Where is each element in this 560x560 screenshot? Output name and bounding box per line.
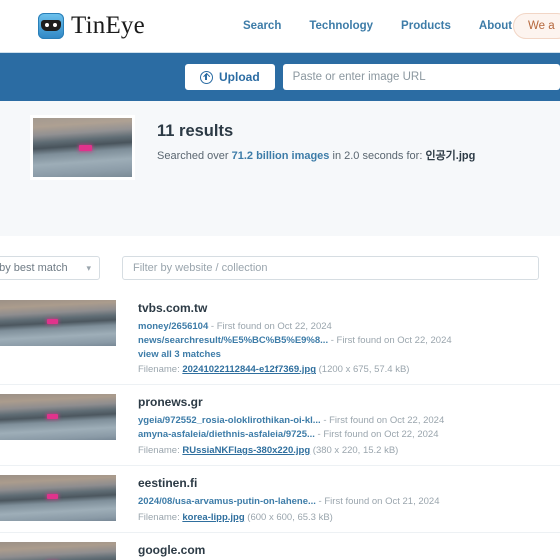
view-all-matches-link[interactable]: view all 3 matches <box>138 348 560 362</box>
searched-image-total: 71.2 billion images <box>231 150 330 162</box>
nav-item-products[interactable]: Products <box>401 20 451 32</box>
main-nav: Search Technology Products About <box>243 0 512 52</box>
tineye-robot-icon <box>38 13 64 39</box>
result-file-meta: (600 x 600, 65.3 kB) <box>244 511 333 523</box>
filename-label: Filename: <box>138 364 183 376</box>
result-thumbnail[interactable] <box>0 474 116 521</box>
result-path: news/searchresult/%E5%BC%B5%E9%8... - Fi… <box>138 334 560 348</box>
result-domain[interactable]: eestinen.fi <box>138 476 560 490</box>
website-filter-input[interactable] <box>122 256 539 280</box>
nav-item-technology[interactable]: Technology <box>309 20 373 32</box>
upload-button[interactable]: Upload <box>185 64 275 90</box>
nav-item-about[interactable]: About <box>479 20 512 32</box>
result-details: eestinen.fi 2024/08/usa-arvamus-putin-on… <box>138 475 560 523</box>
result-thumbnail[interactable] <box>0 300 116 346</box>
sort-dropdown[interactable]: t by best match ▾ <box>0 256 100 280</box>
sort-dropdown-label: t by best match <box>0 262 68 274</box>
result-domain[interactable]: tvbs.com.tw <box>138 301 560 315</box>
result-path-link[interactable]: news/searchresult/%E5%BC%B5%E9%8... <box>138 335 328 346</box>
result-row[interactable]: google.com stories/CAAqNggKIjBDQklTSGpvS… <box>0 531 560 560</box>
result-details: pronews.gr ygeia/972552_rosia-olokliroth… <box>138 394 560 456</box>
result-path-link[interactable]: money/2656104 <box>138 321 208 332</box>
result-thumbnail[interactable] <box>0 541 116 560</box>
result-domain[interactable]: google.com <box>138 543 560 557</box>
searched-stats: Searched over 71.2 billion images in 2.0… <box>157 147 475 163</box>
result-filename[interactable]: korea-lipp.jpg <box>182 512 244 523</box>
query-filename: 인공기.jpg <box>425 150 476 162</box>
result-first-found: - First found on Oct 22, 2024 <box>320 415 445 427</box>
result-path-link[interactable]: 2024/08/usa-arvamus-putin-on-lahene... <box>138 496 316 507</box>
image-url-input[interactable] <box>282 64 560 90</box>
result-file-meta: (380 x 220, 15.2 kB) <box>310 444 399 456</box>
upload-button-label: Upload <box>219 70 260 84</box>
filter-bar: t by best match ▾ <box>0 253 560 283</box>
page-header: TinEye Search Technology Products About … <box>0 0 560 52</box>
result-filename[interactable]: 20241022112844-e12f7369.jpg <box>182 364 316 375</box>
result-file-info: Filename: korea-lipp.jpg (600 x 600, 65.… <box>138 512 560 523</box>
result-path: money/2656104 - First found on Oct 22, 2… <box>138 320 560 334</box>
result-file-meta: (1200 x 675, 57.4 kB) <box>316 364 410 376</box>
result-file-info: Filename: RUssiaNKFlags-380x220.jpg (380… <box>138 445 560 456</box>
result-first-found: - First found on Oct 22, 2024 <box>208 321 332 332</box>
upload-arrow-icon <box>200 70 213 84</box>
result-details: google.com stories/CAAqNggKIjBDQklTSGpvS… <box>138 542 560 560</box>
result-path: ygeia/972552_rosia-oloklirothikan-oi-kl.… <box>138 414 560 428</box>
result-thumbnail[interactable] <box>0 394 116 441</box>
result-file-info: Filename: 20241022112844-e12f7369.jpg (1… <box>138 364 560 375</box>
result-path: amyna-asfaleia/diethnis-asfaleia/9725...… <box>138 428 560 442</box>
summary-text: 11 results Searched over 71.2 billion im… <box>157 115 475 236</box>
result-domain[interactable]: pronews.gr <box>138 395 560 409</box>
filename-label: Filename: <box>138 444 183 456</box>
result-row[interactable]: pronews.gr ygeia/972552_rosia-olokliroth… <box>0 384 560 465</box>
logo-text: TinEye <box>71 12 145 39</box>
result-filename[interactable]: RUssiaNKFlags-380x220.jpg <box>182 445 310 456</box>
tineye-logo[interactable]: TinEye <box>38 12 145 40</box>
searched-prefix: Searched over <box>157 150 232 162</box>
results-list: tvbs.com.tw money/2656104 - First found … <box>0 283 560 560</box>
result-row[interactable]: eestinen.fi 2024/08/usa-arvamus-putin-on… <box>0 464 560 532</box>
result-first-found: - First found on Oct 21, 2024 <box>315 495 440 507</box>
result-row[interactable]: tvbs.com.tw money/2656104 - First found … <box>0 291 560 384</box>
result-path-link[interactable]: amyna-asfaleia/diethnis-asfaleia/9725... <box>138 429 315 440</box>
results-count: 11 results <box>157 122 234 140</box>
result-first-found: - First found on Oct 22, 2024 <box>314 429 439 441</box>
result-path: 2024/08/usa-arvamus-putin-on-lahene... -… <box>138 495 560 509</box>
searched-middle: in 2.0 seconds for: <box>329 150 426 162</box>
result-details: tvbs.com.tw money/2656104 - First found … <box>138 300 560 375</box>
filename-label: Filename: <box>138 511 183 523</box>
result-path-link[interactable]: ygeia/972552_rosia-oloklirothikan-oi-kl.… <box>138 415 321 426</box>
result-first-found: - First found on Oct 22, 2024 <box>328 334 452 346</box>
search-bar: Upload <box>0 52 560 101</box>
query-image-thumbnail[interactable] <box>30 115 135 180</box>
nav-item-search[interactable]: Search <box>243 20 281 32</box>
chevron-down-icon: ▾ <box>86 262 91 273</box>
search-summary: 11 results Searched over 71.2 billion im… <box>0 101 560 237</box>
hiring-button[interactable]: We a <box>513 13 560 39</box>
